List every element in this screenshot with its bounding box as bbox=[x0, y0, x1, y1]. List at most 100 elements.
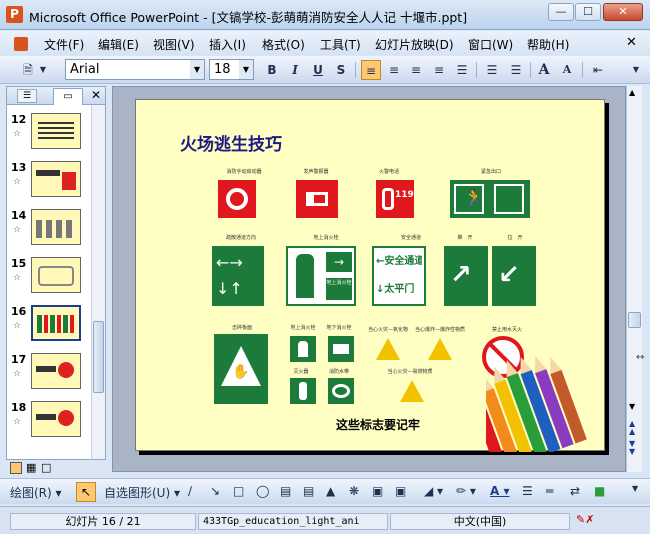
wordart-icon[interactable]: ▲ bbox=[326, 484, 335, 498]
slide-thumb-item[interactable]: 14 ☆ bbox=[9, 209, 89, 255]
menu-window[interactable]: 窗口(W) bbox=[468, 36, 513, 53]
next-slide-icon[interactable]: ▼ ▼ bbox=[629, 440, 635, 456]
phone-number: 119 bbox=[395, 190, 414, 200]
normal-view-icon[interactable] bbox=[10, 462, 22, 474]
minimize-button[interactable]: — bbox=[548, 3, 574, 21]
slide-thumb-item[interactable]: 13 ☆ bbox=[9, 161, 89, 207]
resize-handle-icon[interactable]: ↔ bbox=[636, 352, 644, 363]
oval-icon[interactable]: ◯ bbox=[256, 484, 269, 498]
menu-view[interactable]: 视图(V) bbox=[153, 36, 195, 53]
underline-button[interactable]: U bbox=[308, 60, 328, 80]
sign-label: 安全通道 bbox=[400, 235, 421, 241]
grow-font-button[interactable]: A bbox=[534, 60, 554, 80]
slide-thumbnail[interactable] bbox=[31, 209, 81, 245]
scroll-up-icon[interactable]: ▲ bbox=[629, 88, 635, 97]
toolbar-options-icon[interactable]: ▼ bbox=[38, 60, 48, 80]
editor-scrollbar[interactable]: ▲ ▼ ▲ ▲ ▼ ▼ bbox=[626, 86, 642, 472]
chevron-down-icon[interactable]: ▼ bbox=[239, 60, 253, 79]
slide-thumbnail[interactable] bbox=[31, 113, 81, 149]
autoshapes-menu-button[interactable]: 自选图形(U) ▾ bbox=[104, 484, 180, 501]
vertical-textbox-icon[interactable]: ▤ bbox=[303, 484, 314, 498]
clipart-icon[interactable]: ▣ bbox=[372, 484, 383, 498]
close-pane-icon[interactable]: ✕ bbox=[91, 88, 101, 102]
fill-color-icon[interactable]: ◢ ▾ bbox=[424, 484, 443, 498]
line-style-icon[interactable]: ☰ bbox=[522, 484, 533, 498]
close-button[interactable]: ✕ bbox=[603, 3, 643, 21]
maximize-button[interactable]: ☐ bbox=[575, 3, 601, 21]
spelling-check-icon[interactable]: ✎✗ bbox=[576, 513, 594, 526]
align-right-icon[interactable]: ≡ bbox=[406, 60, 426, 80]
slide-number: 17 bbox=[11, 353, 27, 366]
pane-tabs: ☰ ▭ ✕ bbox=[7, 87, 105, 105]
shadow-button[interactable]: S bbox=[331, 60, 351, 80]
scroll-down-icon[interactable]: ▼ bbox=[629, 402, 635, 411]
sign-label: 击碎板面 bbox=[231, 325, 252, 331]
slide-title[interactable]: 火场逃生技巧 bbox=[180, 130, 282, 155]
menu-format[interactable]: 格式(O) bbox=[262, 36, 305, 53]
toolbar-options-icon[interactable]: ▼ bbox=[630, 60, 642, 80]
arrow-icon[interactable]: ↘ bbox=[210, 484, 220, 498]
arrow-style-icon[interactable]: ⇄ bbox=[570, 484, 580, 498]
slide-number: 18 bbox=[11, 401, 27, 414]
menu-edit[interactable]: 编辑(E) bbox=[98, 36, 139, 53]
font-size-combo[interactable]: 18 ▼ bbox=[209, 59, 254, 80]
dash-style-icon[interactable]: ═ bbox=[546, 484, 553, 498]
sign-label: 当心火灾—易燃物质 bbox=[387, 369, 433, 375]
slide-footer-text[interactable]: 这些标志要记牢 bbox=[336, 416, 420, 433]
slide-thumbnail[interactable] bbox=[31, 257, 81, 293]
align-center-icon[interactable]: ≡ bbox=[384, 60, 404, 80]
shrink-font-button[interactable]: A bbox=[557, 60, 577, 80]
menu-help[interactable]: 帮助(H) bbox=[527, 36, 569, 53]
menu-file[interactable]: 文件(F) bbox=[44, 36, 84, 53]
line-color-icon[interactable]: ✏ ▾ bbox=[456, 484, 476, 498]
line-icon[interactable]: ∕ bbox=[188, 484, 192, 498]
shadow-style-icon[interactable]: ■ bbox=[594, 484, 605, 498]
menu-slideshow[interactable]: 幻灯片放映(D) bbox=[375, 36, 454, 53]
toolbar-options-icon[interactable]: ▼ bbox=[632, 484, 638, 493]
close-document-icon[interactable]: ✕ bbox=[626, 35, 637, 50]
slide-thumb-item[interactable]: 15 ☆ bbox=[9, 257, 89, 303]
chevron-down-icon[interactable]: ▼ bbox=[190, 60, 204, 79]
slide-canvas[interactable]: 火场逃生技巧 消防手动启动器 发声警报器 火警电话 119 紧急出口 🏃 疏散通… bbox=[135, 99, 605, 478]
slides-tab-icon[interactable]: ▭ bbox=[53, 88, 83, 105]
bullets-icon[interactable]: ☰ bbox=[506, 60, 526, 80]
numbering-icon[interactable]: ☰ bbox=[482, 60, 502, 80]
slide-thumbnail[interactable] bbox=[31, 353, 81, 389]
slide-thumb-item[interactable]: 16 ☆ bbox=[9, 305, 89, 351]
slideshow-view-icon[interactable]: □ bbox=[41, 462, 51, 474]
bold-button[interactable]: B bbox=[262, 60, 282, 80]
scrollbar-thumb[interactable] bbox=[628, 312, 641, 328]
previous-slide-icon[interactable]: ▲ ▲ bbox=[629, 420, 635, 436]
textbox-icon[interactable]: ▤ bbox=[280, 484, 291, 498]
font-name-combo[interactable]: Arial ▼ bbox=[65, 59, 205, 80]
justify-icon[interactable]: ≡ bbox=[429, 60, 449, 80]
menu-tools[interactable]: 工具(T) bbox=[320, 36, 361, 53]
diagram-icon[interactable]: ❋ bbox=[349, 484, 359, 498]
slides-pane: ☰ ▭ ✕ 12 ☆ 13 ☆ 14 ☆ 15 ☆ 16 ☆ 17 ☆ 18 ☆ bbox=[6, 86, 106, 460]
slide-thumb-item[interactable]: 18 ☆ bbox=[9, 401, 89, 447]
font-color-icon[interactable]: A ▾ bbox=[490, 484, 510, 498]
slide-thumbnail[interactable] bbox=[31, 161, 81, 197]
scrollbar-thumb[interactable] bbox=[93, 321, 104, 393]
insert-picture-icon[interactable]: ▣ bbox=[395, 484, 406, 498]
sign-label: 拉 开 bbox=[507, 235, 523, 241]
slide-thumb-item[interactable]: 12 ☆ bbox=[9, 113, 89, 159]
draw-menu-button[interactable]: 绘图(R) ▾ bbox=[10, 484, 62, 501]
italic-button[interactable]: I bbox=[285, 60, 305, 80]
fire-hydrant-sign-icon: → 地上消火栓 bbox=[286, 246, 356, 306]
decrease-indent-icon[interactable]: ⇤ bbox=[588, 60, 608, 80]
draw-label: 绘图(R) bbox=[10, 486, 52, 500]
distribute-icon[interactable]: ☰ bbox=[452, 60, 472, 80]
slide-thumbnail-current[interactable] bbox=[31, 305, 81, 341]
align-left-icon[interactable]: ≡ bbox=[361, 60, 381, 80]
slide-number: 16 bbox=[11, 305, 27, 318]
rectangle-icon[interactable]: □ bbox=[233, 484, 244, 498]
select-pointer-icon[interactable]: ↖ bbox=[76, 482, 96, 502]
menu-insert[interactable]: 插入(I) bbox=[209, 36, 246, 53]
slide-thumb-item[interactable]: 17 ☆ bbox=[9, 353, 89, 399]
sorter-view-icon[interactable]: ▦ bbox=[26, 462, 36, 474]
new-file-icon[interactable]: 🗎 bbox=[18, 60, 38, 80]
slide-thumbnail[interactable] bbox=[31, 401, 81, 437]
outline-tab-icon[interactable]: ☰ bbox=[17, 89, 37, 103]
slides-pane-scrollbar[interactable] bbox=[91, 105, 105, 459]
